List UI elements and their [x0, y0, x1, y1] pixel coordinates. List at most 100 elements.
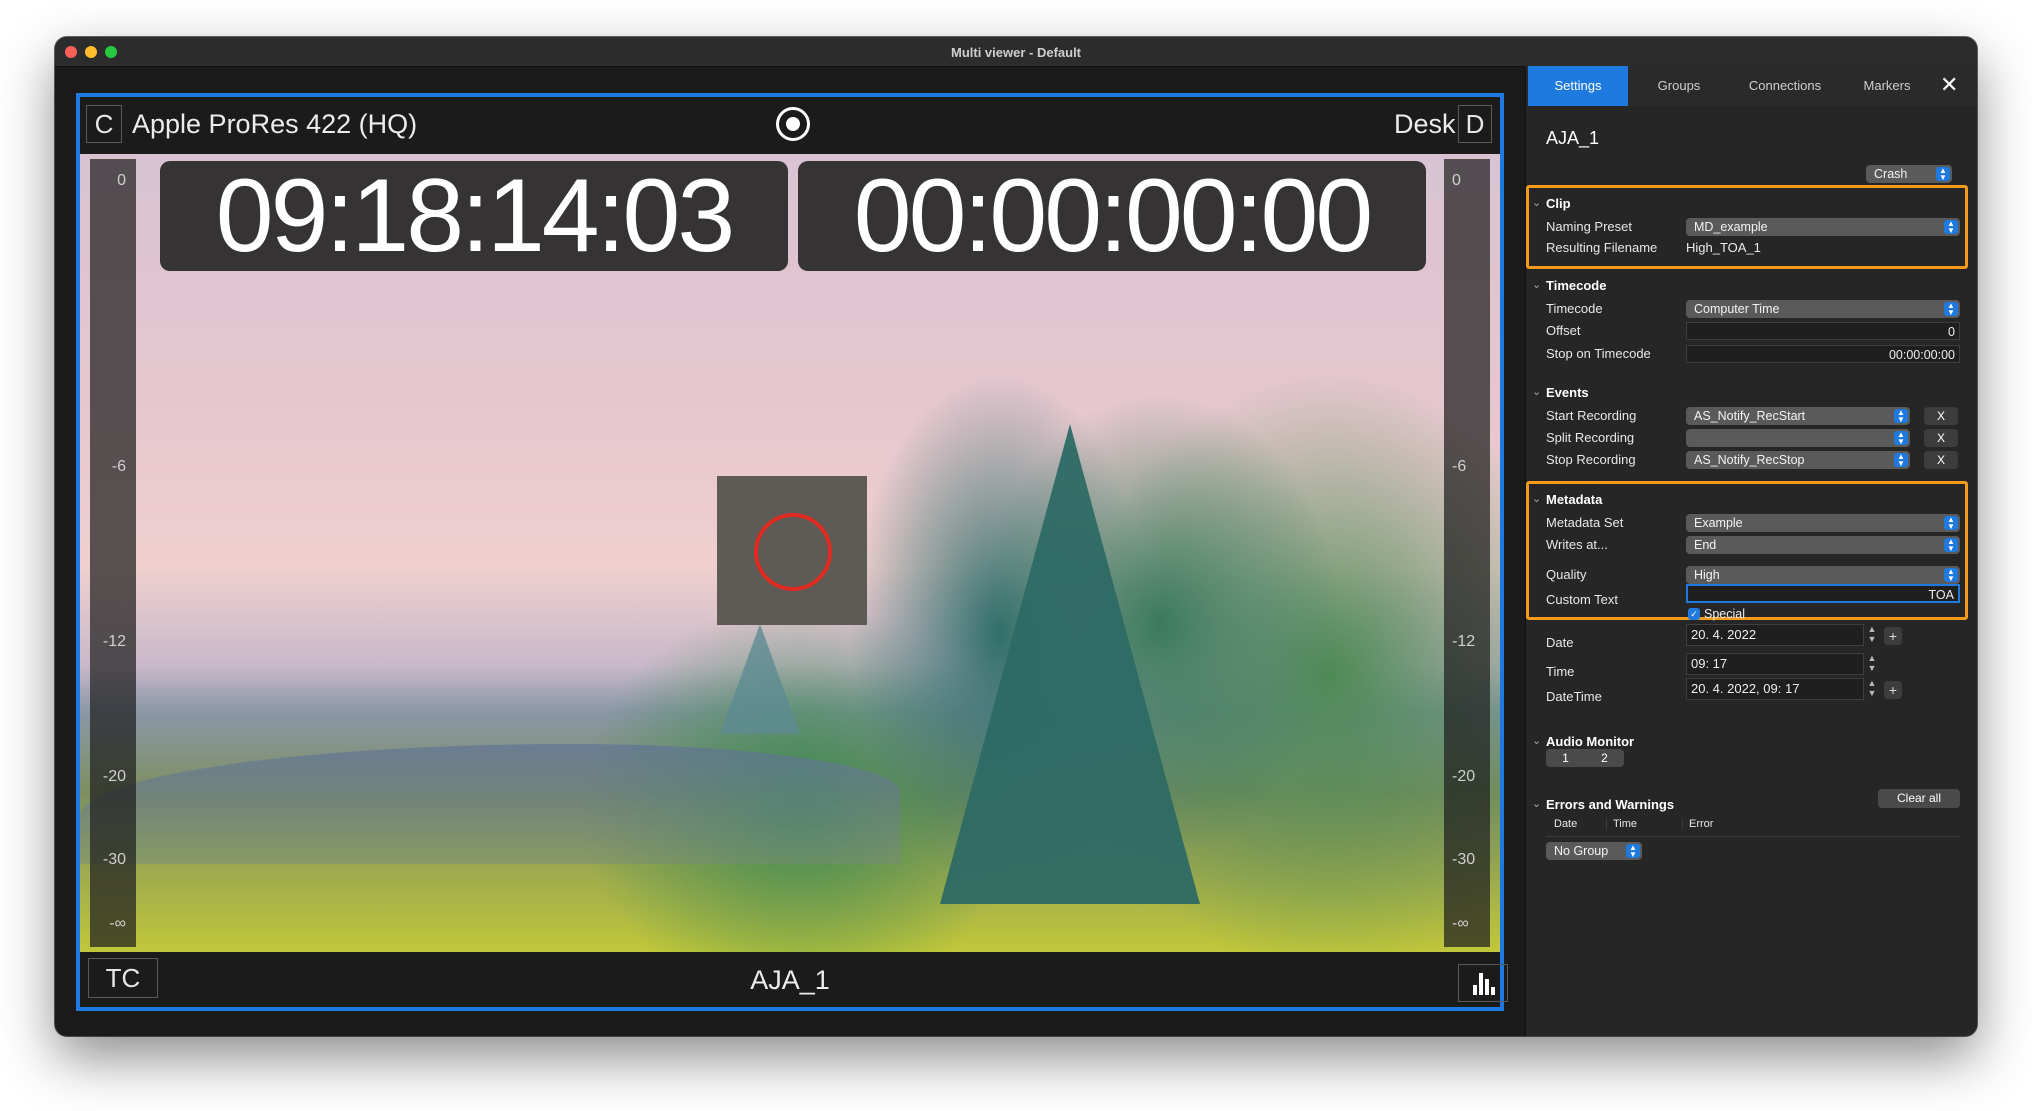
naming-preset-label: Naming Preset	[1546, 219, 1632, 234]
naming-preset-popup[interactable]: MD_example ▲ ▼	[1686, 218, 1960, 236]
codec-label: Apple ProRes 422 (HQ)	[132, 109, 418, 139]
stop-timecode-label: Stop on Timecode	[1546, 346, 1651, 361]
multiviewer-window: Multi viewer - Default C Apple ProRes 42…	[55, 37, 1977, 1036]
column-error[interactable]: Error	[1682, 818, 1713, 830]
popup-arrows-icon: ▲ ▼	[1944, 302, 1958, 317]
column-date[interactable]: Date	[1554, 818, 1577, 830]
audio-meter-left: 0 -6 -12 -20 -30 -∞	[90, 159, 136, 947]
tab-connections[interactable]: Connections	[1730, 66, 1840, 106]
chevron-down-icon: ⌄	[1532, 197, 1542, 209]
time-stepper-icon[interactable]: ▲ ▼	[1866, 653, 1878, 675]
date-add-button[interactable]: +	[1884, 627, 1902, 645]
offset-label: Offset	[1546, 323, 1581, 338]
group-popup[interactable]: No Group ▲ ▼	[1546, 842, 1642, 860]
time-field[interactable]: 09: 17	[1686, 653, 1864, 675]
start-recording-label: Start Recording	[1546, 408, 1637, 423]
split-recording-label: Split Recording	[1546, 430, 1635, 445]
meter-tick: -12	[1452, 633, 1476, 650]
date-label: Date	[1546, 635, 1574, 650]
tab-settings[interactable]: Settings	[1528, 66, 1628, 106]
record-toggle-button[interactable]	[717, 476, 867, 625]
events-section-header[interactable]: ⌄ Events	[1532, 385, 1589, 400]
errors-section-header[interactable]: ⌄ Errors and Warnings	[1532, 797, 1674, 812]
popup-arrows-icon: ▲ ▼	[1894, 453, 1908, 468]
audio-channel-control[interactable]: 1 2	[1546, 749, 1624, 767]
events-header-label: Events	[1546, 385, 1589, 400]
popup-arrows-icon: ▲ ▼	[1944, 220, 1958, 235]
meter-tick: -∞	[1452, 915, 1469, 932]
popup-arrows-icon: ▲ ▼	[1894, 431, 1908, 446]
tab-markers[interactable]: Markers	[1842, 66, 1932, 106]
corner-label-c: C	[86, 105, 122, 143]
split-recording-popup[interactable]: ▲ ▼	[1686, 429, 1910, 447]
video-tree	[940, 424, 1200, 904]
quality-value: High	[1694, 568, 1720, 582]
datetime-add-button[interactable]: +	[1884, 681, 1902, 699]
audio-channel-2[interactable]: 2	[1585, 749, 1624, 767]
chevron-down-icon: ⌄	[1532, 493, 1542, 505]
record-ring-icon	[754, 513, 832, 591]
clear-start-button[interactable]: X	[1924, 407, 1958, 425]
special-label: Special	[1704, 607, 1745, 621]
mode-popup[interactable]: Crash ▲ ▼	[1866, 165, 1952, 183]
group-popup-value: No Group	[1554, 844, 1609, 858]
start-recording-value: AS_Notify_RecStart	[1694, 409, 1806, 423]
meter-tick: -30	[102, 851, 126, 868]
metadata-section-header[interactable]: ⌄ Metadata	[1532, 492, 1602, 507]
popup-arrows-icon: ▲ ▼	[1944, 538, 1958, 553]
quality-popup[interactable]: High ▲ ▼	[1686, 566, 1960, 584]
audio-channel-1[interactable]: 1	[1546, 749, 1585, 767]
datetime-field[interactable]: 20. 4. 2022, 09: 17	[1686, 678, 1864, 700]
timecode-section-header[interactable]: ⌄ Timecode	[1532, 278, 1606, 293]
filename-label: Resulting Filename	[1546, 240, 1658, 255]
mode-popup-value: Crash	[1874, 167, 1908, 181]
viewer-tile[interactable]: C Apple ProRes 422 (HQ) Desk D 0 -6 -12 …	[76, 93, 1508, 1011]
clear-split-button[interactable]: X	[1924, 429, 1958, 447]
audio-bars-icon[interactable]	[1458, 964, 1508, 1002]
datetime-stepper-icon[interactable]: ▲ ▼	[1866, 678, 1878, 700]
meter-tick: 0	[1452, 172, 1461, 189]
date-field[interactable]: 20. 4. 2022	[1686, 624, 1864, 646]
audio-monitor-header-label: Audio Monitor	[1546, 734, 1635, 749]
meter-tick: -20	[102, 768, 126, 785]
record-status-icon[interactable]	[776, 107, 810, 141]
settings-panel: Settings Groups Connections Markers ✕ AJ…	[1525, 66, 1977, 1036]
metadata-set-value: Example	[1694, 516, 1743, 530]
writes-at-popup[interactable]: End ▲ ▼	[1686, 536, 1960, 554]
chevron-down-icon: ⌄	[1532, 386, 1542, 398]
metadata-set-popup[interactable]: Example ▲ ▼	[1686, 514, 1960, 532]
close-panel-icon[interactable]: ✕	[1940, 72, 1958, 98]
custom-text-label: Custom Text	[1546, 592, 1619, 607]
video-hills	[80, 744, 900, 864]
tab-bar: Settings Groups Connections Markers ✕	[1526, 66, 1977, 106]
audio-monitor-section-header[interactable]: ⌄ Audio Monitor	[1532, 734, 1635, 749]
column-time[interactable]: Time	[1606, 818, 1637, 830]
quality-label: Quality	[1546, 567, 1587, 582]
source-title: AJA_1	[1546, 128, 1600, 148]
stop-recording-label: Stop Recording	[1546, 452, 1636, 467]
chevron-down-icon: ⌄	[1532, 798, 1542, 810]
offset-field[interactable]: 0	[1686, 322, 1960, 340]
desk-label: Desk	[1394, 109, 1456, 139]
clear-stop-button[interactable]: X	[1924, 451, 1958, 469]
tab-groups[interactable]: Groups	[1634, 66, 1724, 106]
clip-section-header[interactable]: ⌄ Clip	[1532, 196, 1571, 211]
audio-meter-right: 0 -6 -12 -20 -30 -∞	[1444, 159, 1490, 947]
meter-tick: -6	[111, 458, 126, 475]
meter-tick: -30	[1452, 851, 1476, 868]
errors-table-header: Date Time Error	[1546, 812, 1960, 837]
source-name-label: AJA_1	[750, 965, 830, 995]
chevron-down-icon: ⌄	[1532, 735, 1542, 747]
popup-arrows-icon: ▲ ▼	[1894, 409, 1908, 424]
clear-all-button[interactable]: Clear all	[1878, 789, 1960, 808]
stop-timecode-field[interactable]: 00:00:00:00	[1686, 345, 1960, 363]
special-checkbox[interactable]: ✓	[1688, 608, 1700, 620]
stop-recording-popup[interactable]: AS_Notify_RecStop ▲ ▼	[1686, 451, 1910, 469]
datetime-label: DateTime	[1546, 689, 1602, 704]
clip-header-label: Clip	[1546, 196, 1571, 211]
start-recording-popup[interactable]: AS_Notify_RecStart ▲ ▼	[1686, 407, 1910, 425]
viewer-bottom-bar: TC AJA_1	[80, 952, 1500, 1007]
custom-text-field[interactable]: TOA	[1686, 584, 1960, 603]
timecode-popup[interactable]: Computer Time ▲ ▼	[1686, 300, 1960, 318]
date-stepper-icon[interactable]: ▲ ▼	[1866, 624, 1878, 646]
